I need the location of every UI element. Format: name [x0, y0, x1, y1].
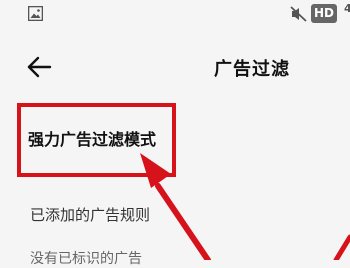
- annotation-arrow-main: [140, 153, 211, 260]
- annotation-overlay: [140, 153, 350, 260]
- annotation-arrow-edge: [333, 234, 350, 260]
